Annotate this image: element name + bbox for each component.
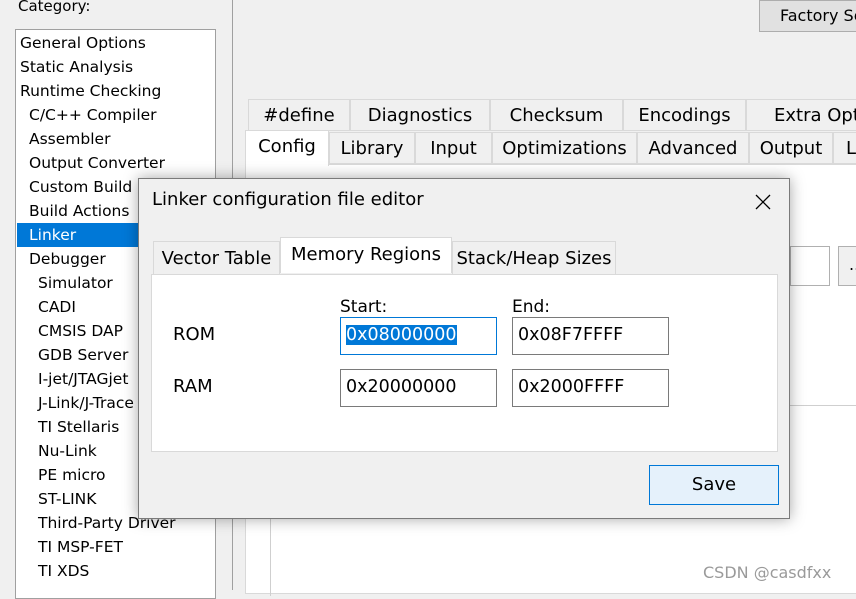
ram-end-field[interactable]: 0x2000FFFF bbox=[512, 369, 669, 407]
tab-config[interactable]: Config bbox=[245, 130, 329, 166]
close-icon[interactable] bbox=[751, 190, 775, 214]
category-item-gdb-server[interactable]: GDB Server bbox=[38, 343, 128, 367]
dialog-tab-vector-table[interactable]: Vector Table bbox=[153, 241, 280, 275]
category-label: Category: bbox=[18, 0, 91, 15]
category-item-pe-micro[interactable]: PE micro bbox=[38, 463, 106, 487]
dialog-title: Linker configuration file editor bbox=[152, 189, 424, 210]
category-item-cmsis-dap[interactable]: CMSIS DAP bbox=[38, 319, 123, 343]
category-item-ti-xds[interactable]: TI XDS bbox=[38, 559, 89, 583]
linker-config-dialog: Linker configuration file editor Vector … bbox=[138, 178, 790, 519]
config-file-path-field[interactable] bbox=[790, 246, 830, 286]
ram-start-field[interactable]: 0x20000000 bbox=[340, 369, 497, 407]
category-item-nu-link[interactable]: Nu-Link bbox=[38, 439, 97, 463]
dialog-tab-stack-heap-sizes[interactable]: Stack/Heap Sizes bbox=[452, 241, 616, 275]
tab-encodings[interactable]: Encodings bbox=[623, 99, 746, 131]
category-item-ti-stellaris[interactable]: TI Stellaris bbox=[38, 415, 119, 439]
browse-button[interactable]: ... bbox=[838, 246, 856, 286]
dialog-tab-memory-regions[interactable]: Memory Regions bbox=[280, 237, 452, 273]
save-button[interactable]: Save bbox=[649, 465, 779, 505]
category-item-cadi[interactable]: CADI bbox=[38, 295, 76, 319]
category-item-static-analysis[interactable]: Static Analysis bbox=[20, 55, 133, 79]
category-item-cpp-compiler[interactable]: C/C++ Compiler bbox=[29, 103, 157, 127]
category-item-output-converter[interactable]: Output Converter bbox=[29, 151, 165, 175]
category-item-ti-msp-fet[interactable]: TI MSP-FET bbox=[38, 535, 123, 559]
category-item-custom-build[interactable]: Custom Build bbox=[29, 175, 132, 199]
tab-output[interactable]: Output bbox=[749, 132, 833, 164]
rom-start-value: 0x08000000 bbox=[346, 325, 457, 345]
category-item-jlink-jtrace[interactable]: J-Link/J-Trace bbox=[38, 391, 134, 415]
end-label: End: bbox=[512, 297, 551, 317]
watermark: CSDN @casdfxx bbox=[703, 563, 832, 582]
tab-list[interactable]: Li bbox=[833, 132, 856, 164]
category-item-simulator[interactable]: Simulator bbox=[38, 271, 113, 295]
category-item-ijet-jtagjet[interactable]: I-jet/JTAGjet bbox=[38, 367, 128, 391]
tab-diagnostics[interactable]: Diagnostics bbox=[350, 99, 490, 131]
category-item-st-link[interactable]: ST-LINK bbox=[38, 487, 96, 511]
category-item-build-actions[interactable]: Build Actions bbox=[29, 199, 129, 223]
category-item-runtime-checking[interactable]: Runtime Checking bbox=[20, 79, 161, 103]
tab-checksum[interactable]: Checksum bbox=[490, 99, 623, 131]
rom-label: ROM bbox=[173, 324, 216, 345]
category-item-debugger[interactable]: Debugger bbox=[29, 247, 106, 271]
tab-optimizations[interactable]: Optimizations bbox=[492, 132, 637, 164]
rom-end-field[interactable]: 0x08F7FFFF bbox=[512, 317, 669, 355]
factory-settings-button[interactable]: Factory Se bbox=[759, 0, 856, 32]
ram-label: RAM bbox=[173, 376, 213, 397]
tab-advanced[interactable]: Advanced bbox=[637, 132, 749, 164]
start-label: Start: bbox=[340, 297, 388, 317]
tab-define[interactable]: #define bbox=[248, 99, 350, 131]
tab-extra-options[interactable]: Extra Optio bbox=[746, 99, 856, 131]
rom-start-field[interactable]: 0x08000000 bbox=[340, 317, 497, 355]
category-item-general-options[interactable]: General Options bbox=[20, 31, 146, 55]
memory-regions-panel: Start: End: ROM 0x08000000 0x08F7FFFF RA… bbox=[151, 274, 778, 452]
tab-input[interactable]: Input bbox=[415, 132, 492, 164]
category-item-assembler[interactable]: Assembler bbox=[29, 127, 110, 151]
tab-library[interactable]: Library bbox=[329, 132, 415, 164]
